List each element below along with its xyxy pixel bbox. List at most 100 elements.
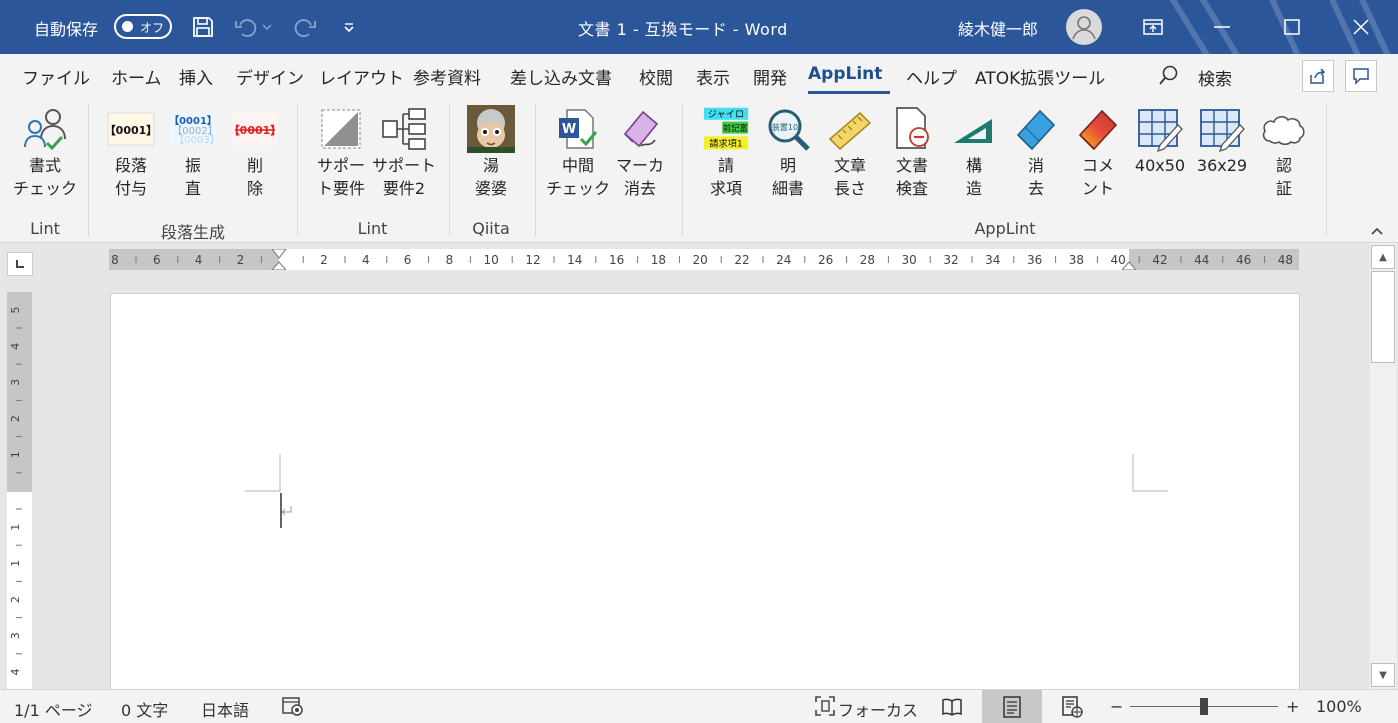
tab-applint[interactable]: AppLint (808, 64, 882, 84)
document-inspect-button[interactable]: 文書 検査 (881, 104, 943, 200)
macro-record-icon[interactable] (282, 695, 304, 721)
scroll-up-icon[interactable]: ▲ (1371, 245, 1395, 269)
yubaba-icon (467, 104, 515, 154)
interim-check-button[interactable]: W 中間 チェック (546, 104, 611, 200)
marker-erase-button[interactable]: マーカ 消去 (609, 104, 671, 200)
renumber-label: 振 直 (184, 156, 201, 198)
tab-view[interactable]: 表示 (696, 64, 730, 89)
word-count[interactable]: 0 文字 (121, 697, 168, 721)
paragraph-number-add-button[interactable]: 【0001】 段落 付与 (100, 104, 162, 200)
ruler-number: 40 (1111, 253, 1126, 267)
ruler-number: 26 (818, 253, 833, 267)
paragraph-number-add-label: 段落 付与 (114, 156, 147, 198)
grid-36x29-button[interactable]: 36x29 (1191, 104, 1253, 177)
tab-mailings[interactable]: 差し込み文書 (510, 64, 612, 89)
autosave-toggle[interactable]: オフ (114, 14, 172, 39)
ruler-number: 10 (484, 253, 499, 267)
focus-icon[interactable] (814, 695, 836, 721)
renumber-button[interactable]: 【0001】 【0002】 【0003】 振 直 (162, 104, 224, 200)
zoom-level[interactable]: 100% (1316, 697, 1362, 716)
tab-review[interactable]: 校閲 (639, 64, 673, 89)
comments-button[interactable] (1345, 60, 1377, 92)
ruler-number: 8 (446, 253, 454, 267)
ruler-number: 8 (111, 253, 119, 267)
zoom-out-button[interactable]: − (1110, 697, 1123, 716)
ruler-number: 30 (902, 253, 917, 267)
close-icon[interactable] (1338, 0, 1384, 54)
renumber-icon: 【0001】 【0002】 【0003】 (169, 104, 217, 154)
redo-icon[interactable] (292, 14, 318, 40)
document-title: 文書 1 - 互換モード - Word (578, 20, 788, 39)
ruler-number: 1 (9, 524, 22, 531)
ruler-number: 34 (985, 253, 1000, 267)
tab-file[interactable]: ファイル (22, 64, 90, 89)
user-name[interactable]: 綾木健一郎 (958, 16, 1038, 40)
search-box[interactable]: 検索 (1158, 64, 1232, 91)
paragraph-mark-icon (281, 506, 292, 516)
structure-button[interactable]: 構 造 (943, 104, 1005, 200)
vertical-ruler[interactable]: 54321112345 (7, 292, 32, 692)
maximize-icon[interactable] (1269, 0, 1315, 54)
tab-layout[interactable]: レイアウト (319, 64, 404, 89)
group-separator (1326, 104, 1327, 236)
web-layout-button[interactable] (1042, 690, 1102, 723)
ruler-number: 6 (404, 253, 412, 267)
tab-selector[interactable] (7, 252, 33, 276)
para-icon-text-a: 【0001】 (107, 124, 155, 137)
ruler-number: 1 (9, 560, 22, 567)
horizontal-ruler[interactable]: 8 6 4 2 2 4 6 8 10 12 14 16 18 20 22 24 26 28 30 32 34 36 38 40… (109, 249, 1299, 270)
text-length-button[interactable]: 文章 長さ (819, 104, 881, 200)
focus-label[interactable]: フォーカス (838, 697, 918, 721)
print-layout-button[interactable] (982, 690, 1042, 723)
clear-label: 消 去 (1027, 156, 1044, 198)
tab-stop-icon (16, 260, 24, 268)
minimize-icon[interactable] (1199, 0, 1245, 54)
support-requirement-button[interactable]: サポー ト要件 (310, 104, 372, 200)
document-page[interactable] (110, 293, 1300, 713)
undo-icon[interactable] (233, 14, 259, 40)
share-button[interactable] (1302, 60, 1334, 92)
zoom-in-button[interactable]: + (1286, 697, 1299, 716)
zoom-slider-thumb[interactable] (1200, 698, 1208, 715)
comment-tool-button[interactable]: コメ ント (1067, 104, 1129, 200)
search-label: 検索 (1198, 70, 1232, 90)
customize-toolbar-icon[interactable] (336, 14, 362, 40)
share-icon (1310, 68, 1326, 84)
tab-atok[interactable]: ATOK拡張ツール (975, 64, 1105, 89)
clear-button[interactable]: 消 去 (1005, 104, 1067, 200)
autosave-label: 自動保存 (34, 20, 99, 39)
grid-40x50-button[interactable]: 40x50 (1129, 104, 1191, 177)
web-layout-icon (1062, 695, 1083, 718)
page-count[interactable]: 1/1 ページ (14, 697, 93, 721)
specification-button[interactable]: 装置10 明 細書 (757, 104, 819, 200)
delete-number-button[interactable]: 【0001】 削 除 (224, 104, 286, 200)
marker-erase-label: マーカ 消去 (615, 156, 664, 198)
yubaba-button[interactable]: 湯 婆婆 (460, 104, 522, 200)
support-requirement-2-button[interactable]: サポート 要件2 (372, 104, 436, 200)
tab-insert[interactable]: 挿入 (179, 64, 213, 89)
scroll-thumb[interactable] (1371, 271, 1395, 363)
language[interactable]: 日本語 (201, 697, 249, 721)
vertical-scrollbar[interactable]: ▲ ▼ (1370, 243, 1396, 689)
group-label-qiita: Qiita (472, 219, 510, 238)
interim-check-label: 中間 チェック (546, 156, 611, 198)
group-separator (297, 104, 298, 236)
tab-references[interactable]: 参考資料 (413, 64, 481, 89)
scroll-down-icon[interactable]: ▼ (1371, 663, 1395, 687)
authenticate-button[interactable]: 認 証 (1253, 104, 1315, 200)
avatar[interactable] (1066, 9, 1102, 45)
tab-home[interactable]: ホーム (111, 64, 162, 89)
undo-dropdown-icon[interactable] (260, 14, 274, 40)
claim-button[interactable]: ジャイロ 前記富 請求項1 請 求項 (695, 104, 757, 200)
format-check-button[interactable]: 書式 チェック (13, 104, 77, 200)
tab-developer[interactable]: 開発 (753, 64, 787, 89)
read-mode-button[interactable] (922, 690, 982, 723)
ruler-number: 28 (860, 253, 875, 267)
grid-pen-icon (1136, 104, 1184, 154)
document-inspect-label: 文書 検査 (895, 156, 928, 198)
save-icon[interactable] (190, 14, 216, 40)
ribbon-display-options-icon[interactable] (1130, 0, 1176, 54)
tab-help[interactable]: ヘルプ (906, 64, 957, 89)
tab-design[interactable]: デザイン (236, 64, 304, 89)
collapse-ribbon-icon[interactable] (1370, 224, 1384, 240)
